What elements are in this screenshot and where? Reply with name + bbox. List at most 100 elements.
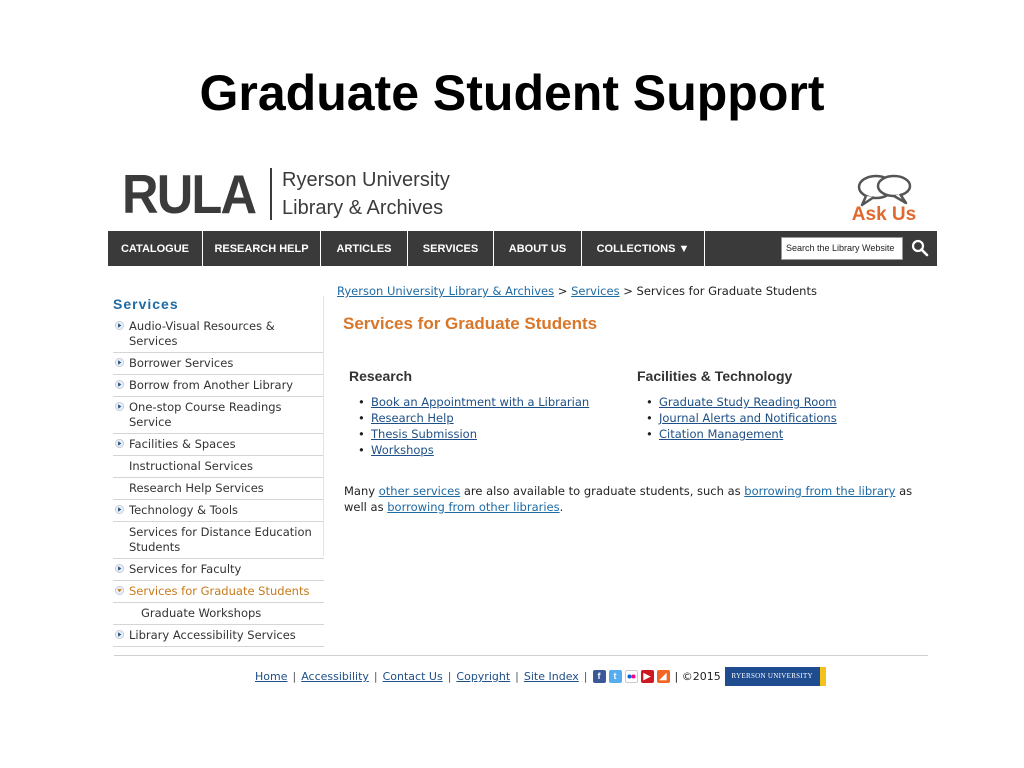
footer-contact-link[interactable]: Contact Us <box>383 670 443 683</box>
logo-name: Ryerson University Library & Archives <box>282 169 450 219</box>
sidebar-item-label: Services for Faculty <box>129 562 242 576</box>
sidebar-item-label: Research Help Services <box>129 481 264 495</box>
twitter-icon[interactable]: t <box>608 670 622 683</box>
research-heading: Research <box>349 368 413 384</box>
sidebar-item[interactable]: Library Accessibility Services <box>113 625 324 647</box>
list-item: Workshops <box>358 442 609 458</box>
caret-right-icon <box>115 402 124 411</box>
sidebar-item-label: One-stop Course Readings Service <box>129 400 282 429</box>
caret-right-icon <box>115 564 124 573</box>
sidebar-item-label: Facilities & Spaces <box>129 437 236 451</box>
sidebar-item[interactable]: Technology & Tools <box>113 500 324 522</box>
footer: Home | Accessibility | Contact Us | Copyrig… <box>255 667 826 686</box>
sidebar-divider <box>323 296 324 556</box>
list-item: Journal Alerts and Notifications <box>646 410 897 426</box>
nav-articles[interactable]: ARTICLES <box>321 231 408 266</box>
services-sidebar: Services Audio-Visual Resources & Servic… <box>113 296 324 647</box>
list-item: Research Help <box>358 410 609 426</box>
breadcrumb: Ryerson University Library & Archives > … <box>337 284 817 298</box>
sidebar-item[interactable]: Facilities & Spaces <box>113 434 324 456</box>
research-link[interactable]: Research Help <box>371 411 454 425</box>
list-item: Thesis Submission <box>358 426 609 442</box>
social-links: f t ▶ ◢ <box>592 670 670 683</box>
breadcrumb-separator: > <box>557 284 568 298</box>
sidebar-item-label: Audio-Visual Resources & Services <box>129 319 275 348</box>
caret-right-icon <box>115 321 124 330</box>
research-link[interactable]: Thesis Submission <box>371 427 477 441</box>
library-website: RULA Ryerson University Library & Archiv… <box>108 158 937 693</box>
facilities-column: Facilities & Technology Graduate Study R… <box>637 368 897 442</box>
footer-divider <box>114 655 928 656</box>
sidebar-item[interactable]: One-stop Course Readings Service <box>113 397 324 434</box>
research-column: Research Book an Appointment with a Libr… <box>349 368 609 458</box>
sidebar-item-label: Borrower Services <box>129 356 234 370</box>
breadcrumb-home-link[interactable]: Ryerson University Library & Archives <box>337 284 554 298</box>
caret-right-icon <box>115 380 124 389</box>
facilities-link[interactable]: Citation Management <box>659 427 783 441</box>
sidebar-item-label: Borrow from Another Library <box>129 378 294 392</box>
footer-accessibility-link[interactable]: Accessibility <box>301 670 369 683</box>
nav-services[interactable]: SERVICES <box>408 231 494 266</box>
footer-copyright-link[interactable]: Copyright <box>456 670 510 683</box>
footer-home-link[interactable]: Home <box>255 670 287 683</box>
borrowing-library-link[interactable]: borrowing from the library <box>744 484 895 498</box>
caret-right-icon <box>115 358 124 367</box>
footer-site-index-link[interactable]: Site Index <box>524 670 579 683</box>
sidebar-item-label: Services for Distance Education Students <box>129 525 312 554</box>
rula-logo[interactable]: RULA Ryerson University Library & Archiv… <box>122 164 450 224</box>
sidebar-item[interactable]: Services for Graduate Students <box>113 581 324 603</box>
copyright-text: | ©2015 <box>674 670 721 683</box>
caret-right-icon <box>115 505 124 514</box>
borrowing-other-libraries-link[interactable]: borrowing from other libraries <box>387 500 559 514</box>
sidebar-item[interactable]: Borrow from Another Library <box>113 375 324 397</box>
search-input[interactable]: Search the Library Website <box>781 237 903 260</box>
caret-down-icon <box>115 586 124 595</box>
slide-title: Graduate Student Support <box>199 65 825 121</box>
sidebar-list: Audio-Visual Resources & Services Borrowe… <box>113 316 324 647</box>
flickr-icon[interactable] <box>624 670 638 683</box>
sidebar-item-label: Graduate Workshops <box>141 606 262 620</box>
sidebar-item-label: Library Accessibility Services <box>129 628 296 642</box>
youtube-icon[interactable]: ▶ <box>640 670 654 683</box>
list-item: Graduate Study Reading Room <box>646 394 897 410</box>
sidebar-item[interactable]: Audio-Visual Resources & Services <box>113 316 324 353</box>
research-link[interactable]: Workshops <box>371 443 434 457</box>
facilities-heading: Facilities & Technology <box>637 368 793 384</box>
sidebar-item[interactable]: Borrower Services <box>113 353 324 375</box>
breadcrumb-services-link[interactable]: Services <box>571 284 620 298</box>
chat-bubbles-icon <box>857 174 912 207</box>
breadcrumb-separator: > <box>623 284 633 298</box>
sidebar-title: Services <box>113 296 179 312</box>
rss-icon[interactable]: ◢ <box>656 670 670 683</box>
sidebar-item-label: Technology & Tools <box>129 503 239 517</box>
sidebar-item[interactable]: Graduate Workshops <box>113 603 324 625</box>
sidebar-item-label: Instructional Services <box>129 459 253 473</box>
sidebar-item[interactable]: Services for Distance Education Students <box>113 522 324 559</box>
page-title: Services for Graduate Students <box>343 314 598 333</box>
main-nav: CATALOGUE RESEARCH HELP ARTICLES SERVICE… <box>108 231 937 266</box>
other-services-link[interactable]: other services <box>379 484 460 498</box>
research-link[interactable]: Book an Appointment with a Librarian <box>371 395 589 409</box>
sidebar-item-label: Services for Graduate Students <box>129 584 310 598</box>
search-icon[interactable] <box>911 239 929 257</box>
ask-us-button[interactable]: Ask Us <box>845 172 923 228</box>
logo-wordmark: RULA <box>122 162 257 225</box>
nav-research-help[interactable]: RESEARCH HELP <box>203 231 321 266</box>
sidebar-item[interactable]: Instructional Services <box>113 456 324 478</box>
list-item: Citation Management <box>646 426 897 442</box>
facilities-link[interactable]: Journal Alerts and Notifications <box>659 411 837 425</box>
nav-about-us[interactable]: ABOUT US <box>494 231 582 266</box>
sidebar-item[interactable]: Services for Faculty <box>113 559 324 581</box>
services-paragraph: Many other services are also available t… <box>344 484 913 514</box>
breadcrumb-current: Services for Graduate Students <box>636 284 817 298</box>
nav-catalogue[interactable]: CATALOGUE <box>108 231 203 266</box>
facebook-icon[interactable]: f <box>592 670 606 683</box>
sidebar-item[interactable]: Research Help Services <box>113 478 324 500</box>
ask-us-label: Ask Us <box>851 204 917 225</box>
caret-right-icon <box>115 439 124 448</box>
facilities-link[interactable]: Graduate Study Reading Room <box>659 395 837 409</box>
caret-right-icon <box>115 630 124 639</box>
nav-collections[interactable]: COLLECTIONS ▼ <box>582 231 705 266</box>
ryerson-university-logo[interactable]: RYERSON UNIVERSITY <box>724 667 826 686</box>
logo-divider <box>270 168 272 220</box>
